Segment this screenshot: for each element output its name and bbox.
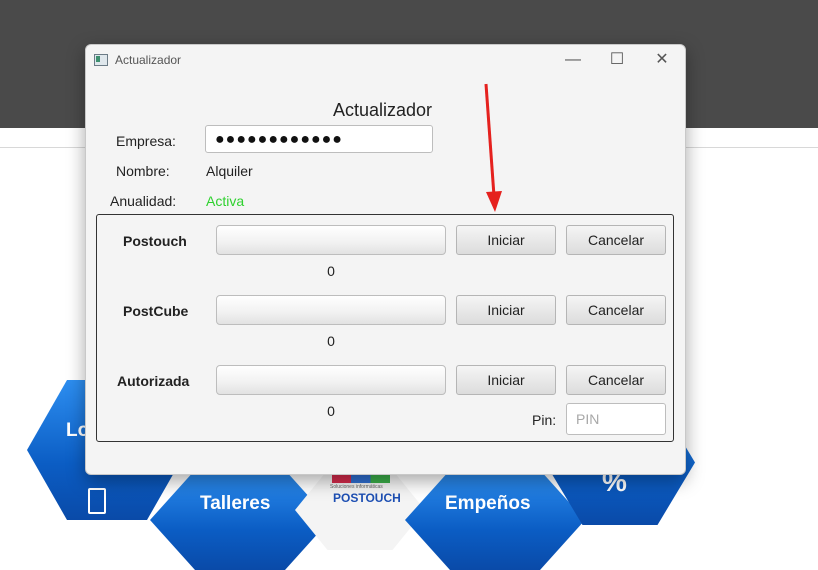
postouch-start-button[interactable]: Iniciar — [456, 225, 556, 255]
minimize-icon[interactable]: — — [562, 49, 584, 71]
logo-subtext: Soluciones informáticas — [330, 484, 383, 490]
empresa-password-field[interactable]: ●●●●●●●●●●●● — [205, 125, 433, 153]
anualidad-status: Activa — [206, 193, 245, 209]
postcube-cancel-button[interactable]: Cancelar — [566, 295, 666, 325]
postouch-cancel-button[interactable]: Cancelar — [566, 225, 666, 255]
title-bar[interactable]: Actualizador — ☐ ✕ — [86, 45, 685, 75]
autorizada-cancel-button[interactable]: Cancelar — [566, 365, 666, 395]
pin-input[interactable] — [566, 403, 666, 435]
postcube-progress-bar — [216, 295, 446, 325]
postcube-label: PostCube — [123, 303, 189, 319]
window-title: Actualizador — [115, 53, 182, 67]
nombre-value: Alquiler — [206, 163, 253, 179]
close-icon[interactable]: ✕ — [651, 49, 673, 71]
postcube-count: 0 — [327, 333, 335, 349]
postouch-count: 0 — [327, 263, 335, 279]
tile-empenos[interactable] — [405, 470, 585, 570]
tile-empenos-label: Empeños — [445, 493, 531, 514]
updaters-panel: Postouch Iniciar Cancelar 0 PostCube Ini… — [96, 214, 674, 442]
logo-text: POSTOUCH — [333, 491, 401, 505]
app-icon — [94, 54, 108, 66]
pin-label: Pin: — [532, 412, 557, 428]
postouch-label: Postouch — [123, 233, 187, 249]
postcube-start-button[interactable]: Iniciar — [456, 295, 556, 325]
tile-talleres[interactable] — [150, 470, 330, 570]
postouch-progress-bar — [216, 225, 446, 255]
maximize-icon[interactable]: ☐ — [606, 49, 628, 71]
tile-talleres-label: Talleres — [200, 493, 271, 514]
autorizada-start-button[interactable]: Iniciar — [456, 365, 556, 395]
autorizada-progress-bar — [216, 365, 446, 395]
autorizada-count: 0 — [327, 403, 335, 419]
updater-window: Actualizador — ☐ ✕ Actualizador Empresa:… — [85, 44, 686, 475]
autorizada-label: Autorizada — [117, 373, 190, 389]
form-heading: Actualizador — [333, 100, 433, 120]
empresa-label: Empresa: — [116, 133, 176, 149]
nombre-label: Nombre: — [116, 163, 170, 179]
tile-left-icon — [88, 488, 106, 514]
anualidad-label: Anualidad: — [110, 193, 177, 209]
